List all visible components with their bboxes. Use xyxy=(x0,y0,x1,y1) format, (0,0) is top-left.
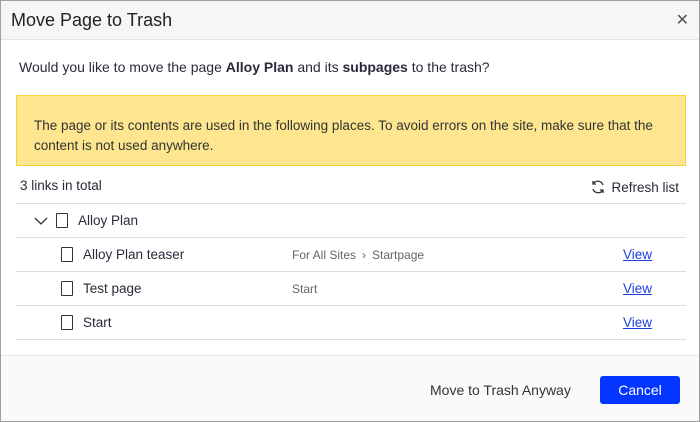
path-segment: For All Sites xyxy=(292,247,357,262)
refresh-list-button[interactable]: Refresh list xyxy=(590,179,679,195)
chevron-down-icon[interactable] xyxy=(34,216,48,226)
row-path: For All Sites › Startpage xyxy=(292,248,424,262)
move-to-trash-dialog: Move Page to Trash ✕ Would you like to m… xyxy=(0,0,700,422)
view-link[interactable]: View xyxy=(623,281,652,296)
path-segment: Startpage xyxy=(372,247,425,262)
row-name: Alloy Plan teaser xyxy=(83,247,185,262)
row-name: Test page xyxy=(83,281,142,296)
path-segment: Start xyxy=(292,281,318,296)
table-row: Test page Start View xyxy=(16,272,686,306)
dialog-footer: Move to Trash Anyway Cancel xyxy=(1,355,699,421)
root-page-name: Alloy Plan xyxy=(78,213,139,228)
close-icon[interactable]: ✕ xyxy=(676,10,689,30)
view-link[interactable]: View xyxy=(623,247,652,262)
chevron-right-icon: › xyxy=(362,247,367,262)
dialog-header: Move Page to Trash ✕ xyxy=(1,1,699,40)
row-path: Start xyxy=(292,282,317,296)
question-text: Would you like to move the page xyxy=(19,59,226,75)
refresh-label: Refresh list xyxy=(611,179,679,195)
links-table: Alloy Plan Alloy Plan teaser For All Site… xyxy=(16,203,686,340)
view-link[interactable]: View xyxy=(623,315,652,330)
move-to-trash-anyway-button[interactable]: Move to Trash Anyway xyxy=(430,382,571,398)
page-name: Alloy Plan xyxy=(225,59,294,75)
block-icon xyxy=(61,247,73,262)
table-row: Start View xyxy=(16,306,686,340)
subpages-text: subpages xyxy=(342,59,408,75)
dialog-title: Move Page to Trash xyxy=(11,9,173,30)
tree-root-row[interactable]: Alloy Plan xyxy=(16,204,686,238)
table-row: Alloy Plan teaser For All Sites › Startpage… xyxy=(16,238,686,272)
refresh-icon xyxy=(592,180,605,194)
cancel-button[interactable]: Cancel xyxy=(600,376,680,404)
confirm-question: Would you like to move the page Alloy Pl… xyxy=(19,59,490,75)
page-icon xyxy=(61,281,73,296)
links-count: 3 links in total xyxy=(20,178,102,193)
page-icon xyxy=(56,213,68,228)
row-name: Start xyxy=(83,315,112,330)
question-text: and its xyxy=(293,59,343,75)
page-icon xyxy=(61,315,73,330)
warning-box: The page or its contents are used in the… xyxy=(16,95,686,166)
question-text: to the trash? xyxy=(407,59,490,75)
